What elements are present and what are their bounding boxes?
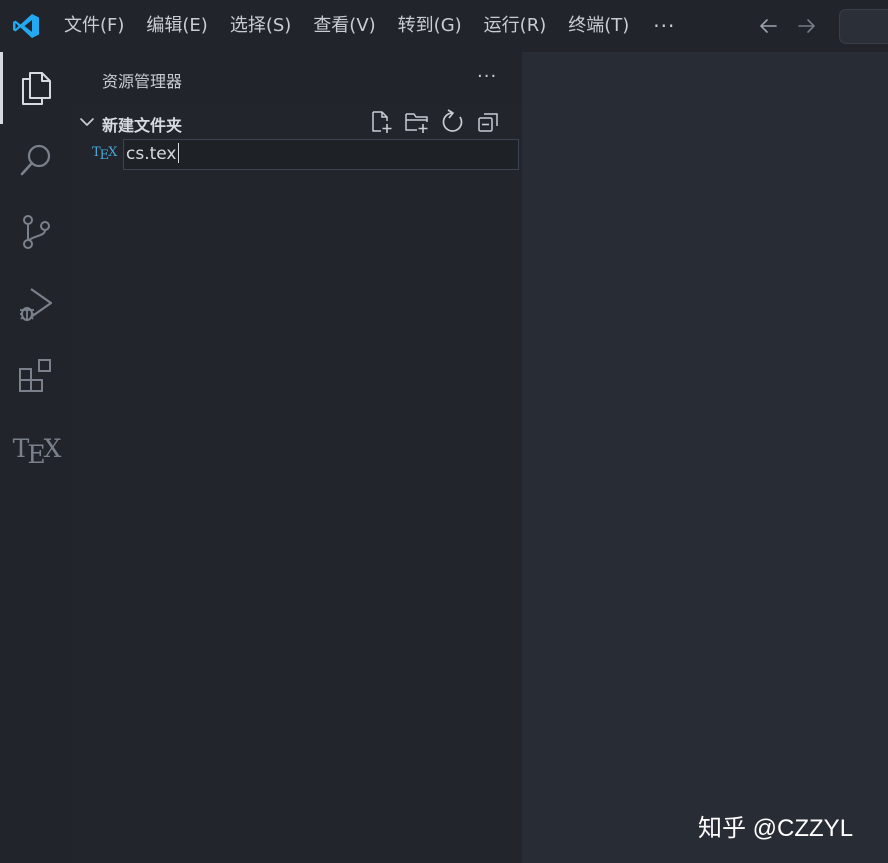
rename-input[interactable]: cs.tex xyxy=(123,139,519,170)
title-bar: 文件(F) 编辑(E) 选择(S) 查看(V) 转到(G) 运行(R) 终端(T… xyxy=(0,0,888,52)
explorer-tree: 新建文件夹 TEX cs.tex xyxy=(72,105,522,863)
sidebar-more-button[interactable]: ··· xyxy=(477,66,497,87)
run-debug-icon xyxy=(20,288,53,321)
activity-explorer[interactable] xyxy=(0,52,72,124)
menu-edit[interactable]: 编辑(E) xyxy=(136,0,219,52)
files-icon xyxy=(22,72,51,105)
extensions-icon xyxy=(19,359,51,392)
command-center-search[interactable] xyxy=(839,9,888,44)
activity-source-control[interactable] xyxy=(0,196,72,268)
new-folder-icon[interactable] xyxy=(404,109,430,135)
text-caret xyxy=(177,143,179,163)
activity-bar: TEX xyxy=(0,52,72,863)
collapse-all-icon[interactable] xyxy=(476,109,502,135)
activity-search[interactable] xyxy=(0,124,72,196)
explorer-sidebar: 资源管理器 ··· 新建文件夹 TEX cs.tex xyxy=(72,52,522,863)
refresh-icon[interactable] xyxy=(440,109,466,135)
activity-extensions[interactable] xyxy=(0,340,72,412)
watermark: 知乎 @CZZYL xyxy=(698,815,854,842)
search-icon xyxy=(20,144,51,176)
tex-file-icon: TEX xyxy=(92,145,117,163)
chevron-down-icon xyxy=(80,118,94,126)
activity-tex[interactable]: TEX xyxy=(0,412,72,484)
forward-arrow-icon[interactable] xyxy=(795,14,819,38)
source-control-icon xyxy=(23,215,50,249)
tex-icon: TEX xyxy=(12,433,62,469)
editor-area xyxy=(522,52,888,863)
folder-section-header[interactable]: 新建文件夹 xyxy=(72,105,522,139)
folder-name: 新建文件夹 xyxy=(102,116,183,135)
menu-go[interactable]: 转到(G) xyxy=(388,0,474,52)
rename-input-value: cs.tex xyxy=(126,144,177,164)
vscode-window: 文件(F) 编辑(E) 选择(S) 查看(V) 转到(G) 运行(R) 终端(T… xyxy=(0,0,888,863)
menu-terminal[interactable]: 终端(T) xyxy=(558,0,641,52)
sidebar-header: 资源管理器 ··· xyxy=(72,52,522,105)
menu-bar: 文件(F) 编辑(E) 选择(S) 查看(V) 转到(G) 运行(R) 终端(T… xyxy=(54,0,687,52)
activity-run-debug[interactable] xyxy=(0,268,72,340)
sidebar-title: 资源管理器 xyxy=(102,72,183,91)
menu-file[interactable]: 文件(F) xyxy=(54,0,136,52)
menu-more[interactable]: ··· xyxy=(641,0,687,52)
menu-selection[interactable]: 选择(S) xyxy=(220,0,303,52)
back-arrow-icon[interactable] xyxy=(756,14,780,38)
menu-run[interactable]: 运行(R) xyxy=(474,0,559,52)
new-file-icon[interactable] xyxy=(368,109,394,135)
menu-view[interactable]: 查看(V) xyxy=(303,0,387,52)
file-row-rename[interactable]: TEX cs.tex xyxy=(72,139,522,173)
vscode-logo-icon xyxy=(13,14,39,38)
